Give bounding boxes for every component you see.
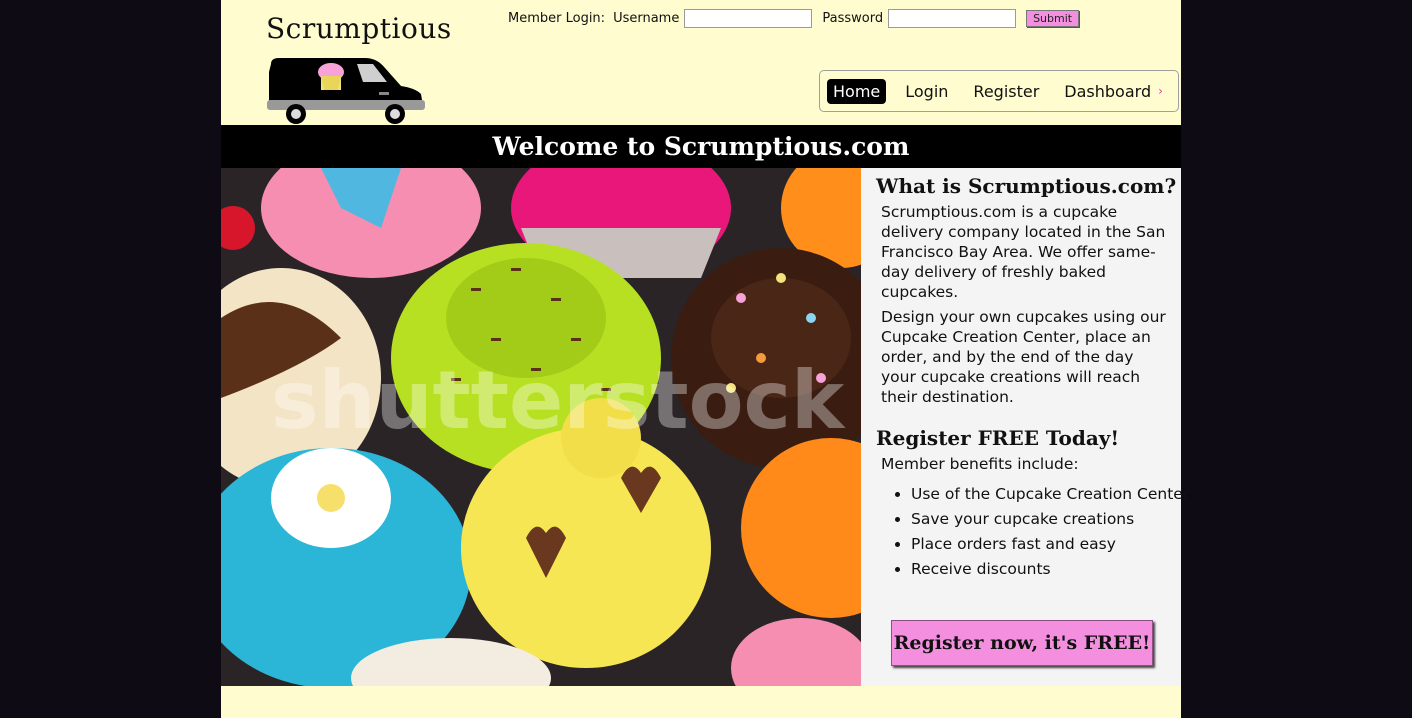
nav-dashboard[interactable]: Dashboard [1058, 79, 1157, 104]
chevron-right-icon[interactable]: › [1158, 84, 1163, 98]
member-login-label: Member Login: [508, 10, 606, 26]
info-panel: What is Scrumptious.com? Scrumptious.com… [861, 168, 1189, 686]
submit-button[interactable]: Submit [1026, 9, 1080, 27]
watermark-text: shutterstock [271, 354, 846, 447]
member-login-form: Member Login: Username Password Submit [508, 7, 1080, 29]
username-input[interactable] [684, 8, 813, 28]
list-item: Place orders fast and easy [911, 534, 1191, 554]
about-heading: What is Scrumptious.com? [876, 174, 1177, 198]
main-nav: Home Login Register Dashboard › [819, 70, 1179, 112]
password-input[interactable] [888, 8, 1017, 28]
nav-login[interactable]: Login [899, 79, 954, 104]
benefits-intro: Member benefits include: [881, 455, 1079, 473]
page: Scrumptious Member Login: Username Passw… [221, 0, 1189, 718]
password-label: Password [822, 10, 884, 26]
cupcakes-photo: shutterstock [221, 168, 861, 686]
about-paragraph-2: Design your own cupcakes using our Cupca… [881, 308, 1166, 406]
nav-home[interactable]: Home [827, 78, 887, 104]
welcome-banner: Welcome to Scrumptious.com [221, 125, 1181, 168]
list-item: Use of the Cupcake Creation Center [911, 484, 1191, 504]
delivery-van-icon[interactable] [265, 52, 427, 126]
site-logo-text[interactable]: Scrumptious [266, 12, 451, 45]
username-label: Username [613, 10, 680, 26]
list-item: Receive discounts [911, 559, 1191, 579]
register-now-button[interactable]: Register now, it's FREE! [891, 620, 1153, 666]
nav-register[interactable]: Register [967, 79, 1045, 104]
register-heading: Register FREE Today! [876, 426, 1120, 450]
benefits-list: Use of the Cupcake Creation Center Save … [861, 484, 1191, 584]
about-paragraph-1: Scrumptious.com is a cupcake delivery co… [881, 203, 1166, 301]
list-item: Save your cupcake creations [911, 509, 1191, 529]
